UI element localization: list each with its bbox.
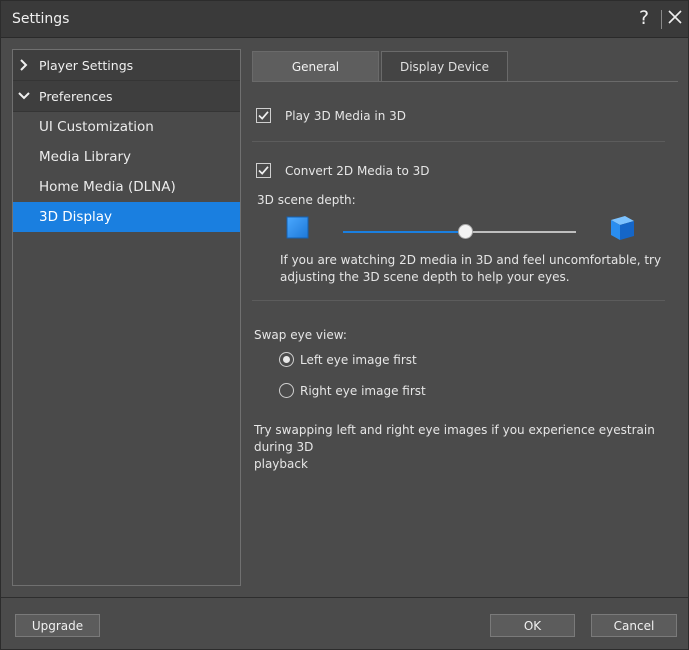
sidebar-group-preferences[interactable]: Preferences — [13, 81, 240, 112]
swap-eye-help-line: Try swapping left and right eye images i… — [254, 423, 655, 454]
cube-depth-icon — [611, 216, 634, 240]
convert-2d-checkbox[interactable] — [256, 163, 271, 178]
radio-right-eye-first[interactable]: Right eye image first — [279, 383, 426, 398]
chevron-right-icon — [20, 59, 28, 71]
swap-eye-label: Swap eye view: — [254, 328, 347, 342]
tab-general[interactable]: General — [252, 51, 379, 82]
settings-dialog: Settings ? Player Settings Preferences U… — [0, 0, 689, 650]
title-bar: Settings ? — [1, 1, 688, 38]
radio-label: Right eye image first — [300, 383, 426, 398]
ok-label: OK — [523, 618, 542, 633]
sidebar-item-home-media[interactable]: Home Media (DLNA) — [13, 172, 240, 202]
radio-label: Left eye image first — [300, 352, 417, 367]
scene-depth-help-line: If you are watching 2D media in 3D and f… — [280, 253, 662, 267]
general-panel: Play 3D Media in 3D Convert 2D Media to … — [252, 82, 678, 586]
titlebar-separator — [661, 10, 662, 29]
scene-depth-slider[interactable] — [343, 224, 576, 239]
scene-depth-help-line: adjusting the 3D scene depth to help you… — [280, 270, 570, 284]
sidebar-item-3d-display[interactable]: 3D Display — [13, 202, 240, 232]
section-divider — [252, 300, 665, 301]
scene-depth-help: If you are watching 2D media in 3D and f… — [280, 252, 661, 286]
section-divider — [252, 141, 665, 142]
settings-sidebar: Player Settings Preferences UI Customiza… — [12, 49, 241, 586]
play-3d-label: Play 3D Media in 3D — [285, 108, 407, 123]
chevron-down-icon — [18, 92, 30, 100]
footer-divider — [1, 597, 688, 598]
window-title: Settings — [12, 11, 70, 27]
sidebar-item-media-library[interactable]: Media Library — [13, 142, 240, 172]
radio-button[interactable] — [279, 352, 294, 367]
sidebar-item-label: Media Library — [39, 149, 132, 165]
radio-selected-dot — [283, 356, 290, 363]
sidebar-item-label: Home Media (DLNA) — [39, 179, 176, 195]
sidebar-group-label: Player Settings — [39, 57, 134, 73]
swap-eye-help: Try swapping left and right eye images i… — [254, 422, 678, 473]
scene-depth-label: 3D scene depth: — [257, 193, 356, 207]
upgrade-label: Upgrade — [31, 618, 84, 633]
tab-label: General — [291, 60, 340, 74]
cancel-button[interactable]: Cancel — [591, 614, 677, 637]
ok-button[interactable]: OK — [490, 614, 575, 637]
flat-depth-icon — [286, 216, 309, 239]
sidebar-item-ui-customization[interactable]: UI Customization — [13, 112, 240, 142]
tab-display-device[interactable]: Display Device — [381, 51, 508, 82]
slider-thumb[interactable] — [458, 224, 473, 239]
checkmark-icon — [258, 166, 269, 175]
sidebar-group-label: Preferences — [39, 88, 113, 104]
radio-button[interactable] — [279, 383, 294, 398]
swap-eye-help-line: playback — [254, 457, 308, 471]
convert-2d-checkbox-row[interactable]: Convert 2D Media to 3D — [256, 163, 430, 178]
help-icon[interactable]: ? — [639, 7, 649, 29]
play-3d-checkbox[interactable] — [256, 108, 271, 123]
sidebar-group-player-settings[interactable]: Player Settings — [13, 50, 240, 81]
tab-label: Display Device — [399, 60, 490, 74]
radio-left-eye-first[interactable]: Left eye image first — [279, 352, 417, 367]
checkmark-icon — [258, 111, 269, 120]
sidebar-item-label: 3D Display — [39, 209, 113, 225]
upgrade-button[interactable]: Upgrade — [15, 614, 100, 637]
play-3d-checkbox-row[interactable]: Play 3D Media in 3D — [256, 108, 406, 123]
convert-2d-label: Convert 2D Media to 3D — [285, 163, 430, 178]
slider-fill — [343, 231, 466, 233]
cancel-label: Cancel — [613, 618, 655, 633]
close-icon[interactable] — [667, 9, 683, 25]
sidebar-item-label: UI Customization — [39, 119, 154, 135]
